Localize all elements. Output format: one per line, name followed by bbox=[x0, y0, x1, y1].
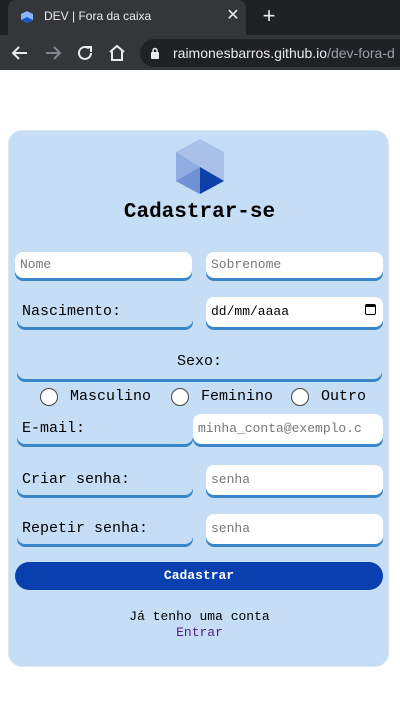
address-bar[interactable]: raimonesbarros.github.io/dev-fora-d bbox=[140, 39, 400, 67]
have-account-text: Já tenho uma conta bbox=[129, 609, 270, 624]
browser-tab[interactable]: DEV | Fora da caixa ✕ bbox=[8, 0, 246, 35]
sex-label: Sexo: bbox=[17, 349, 382, 379]
new-tab-icon[interactable]: + bbox=[258, 5, 280, 28]
tab-title: DEV | Fora da caixa bbox=[44, 9, 152, 23]
signup-card: Cadastrar-se Nome Sobrenome Nascimento: … bbox=[8, 130, 389, 667]
lock-icon bbox=[151, 47, 159, 59]
birth-date-input[interactable]: dd/mm/aaaa bbox=[206, 297, 383, 327]
create-password-input[interactable]: senha bbox=[206, 465, 383, 495]
radio-label-feminino: Feminino bbox=[201, 388, 274, 405]
close-tab-icon[interactable]: ✕ bbox=[223, 6, 243, 26]
home-icon[interactable] bbox=[106, 42, 128, 64]
tab-bar: DEV | Fora da caixa ✕ + bbox=[0, 0, 400, 35]
email-label: E-mail: bbox=[17, 414, 193, 444]
page-title: Cadastrar-se bbox=[123, 201, 276, 224]
radio-masculino[interactable] bbox=[40, 388, 58, 406]
browser-toolbar: raimonesbarros.github.io/dev-fora-d bbox=[0, 35, 400, 70]
radio-outro[interactable] bbox=[291, 388, 309, 406]
submit-button[interactable]: Cadastrar bbox=[15, 562, 383, 590]
forward-arrow-icon[interactable] bbox=[42, 42, 64, 64]
repeat-password-label: Repetir senha: bbox=[17, 514, 193, 544]
url-text: raimonesbarros.github.io/dev-fora-d bbox=[173, 45, 395, 61]
url-path: /dev-fora-d bbox=[327, 45, 395, 61]
first-name-input[interactable]: Nome bbox=[15, 252, 192, 278]
radio-feminino[interactable] bbox=[171, 388, 189, 406]
back-arrow-icon[interactable] bbox=[9, 42, 31, 64]
last-name-input[interactable]: Sobrenome bbox=[206, 252, 383, 278]
birth-label: Nascimento: bbox=[17, 297, 193, 327]
url-host: raimonesbarros.github.io bbox=[173, 45, 328, 61]
radio-label-outro: Outro bbox=[321, 388, 367, 405]
calendar-icon[interactable] bbox=[365, 304, 376, 315]
cube-favicon-icon bbox=[21, 11, 33, 23]
radio-label-masculino: Masculino bbox=[70, 388, 152, 405]
birth-date-value: dd/mm/aaaa bbox=[211, 304, 290, 319]
cube-logo-icon bbox=[176, 139, 224, 194]
login-link[interactable]: Entrar bbox=[9, 625, 390, 640]
create-password-label: Criar senha: bbox=[17, 465, 193, 495]
reload-icon[interactable] bbox=[74, 42, 96, 64]
repeat-password-input[interactable]: senha bbox=[206, 514, 383, 544]
email-input[interactable]: minha_conta@exemplo.c bbox=[193, 414, 383, 444]
